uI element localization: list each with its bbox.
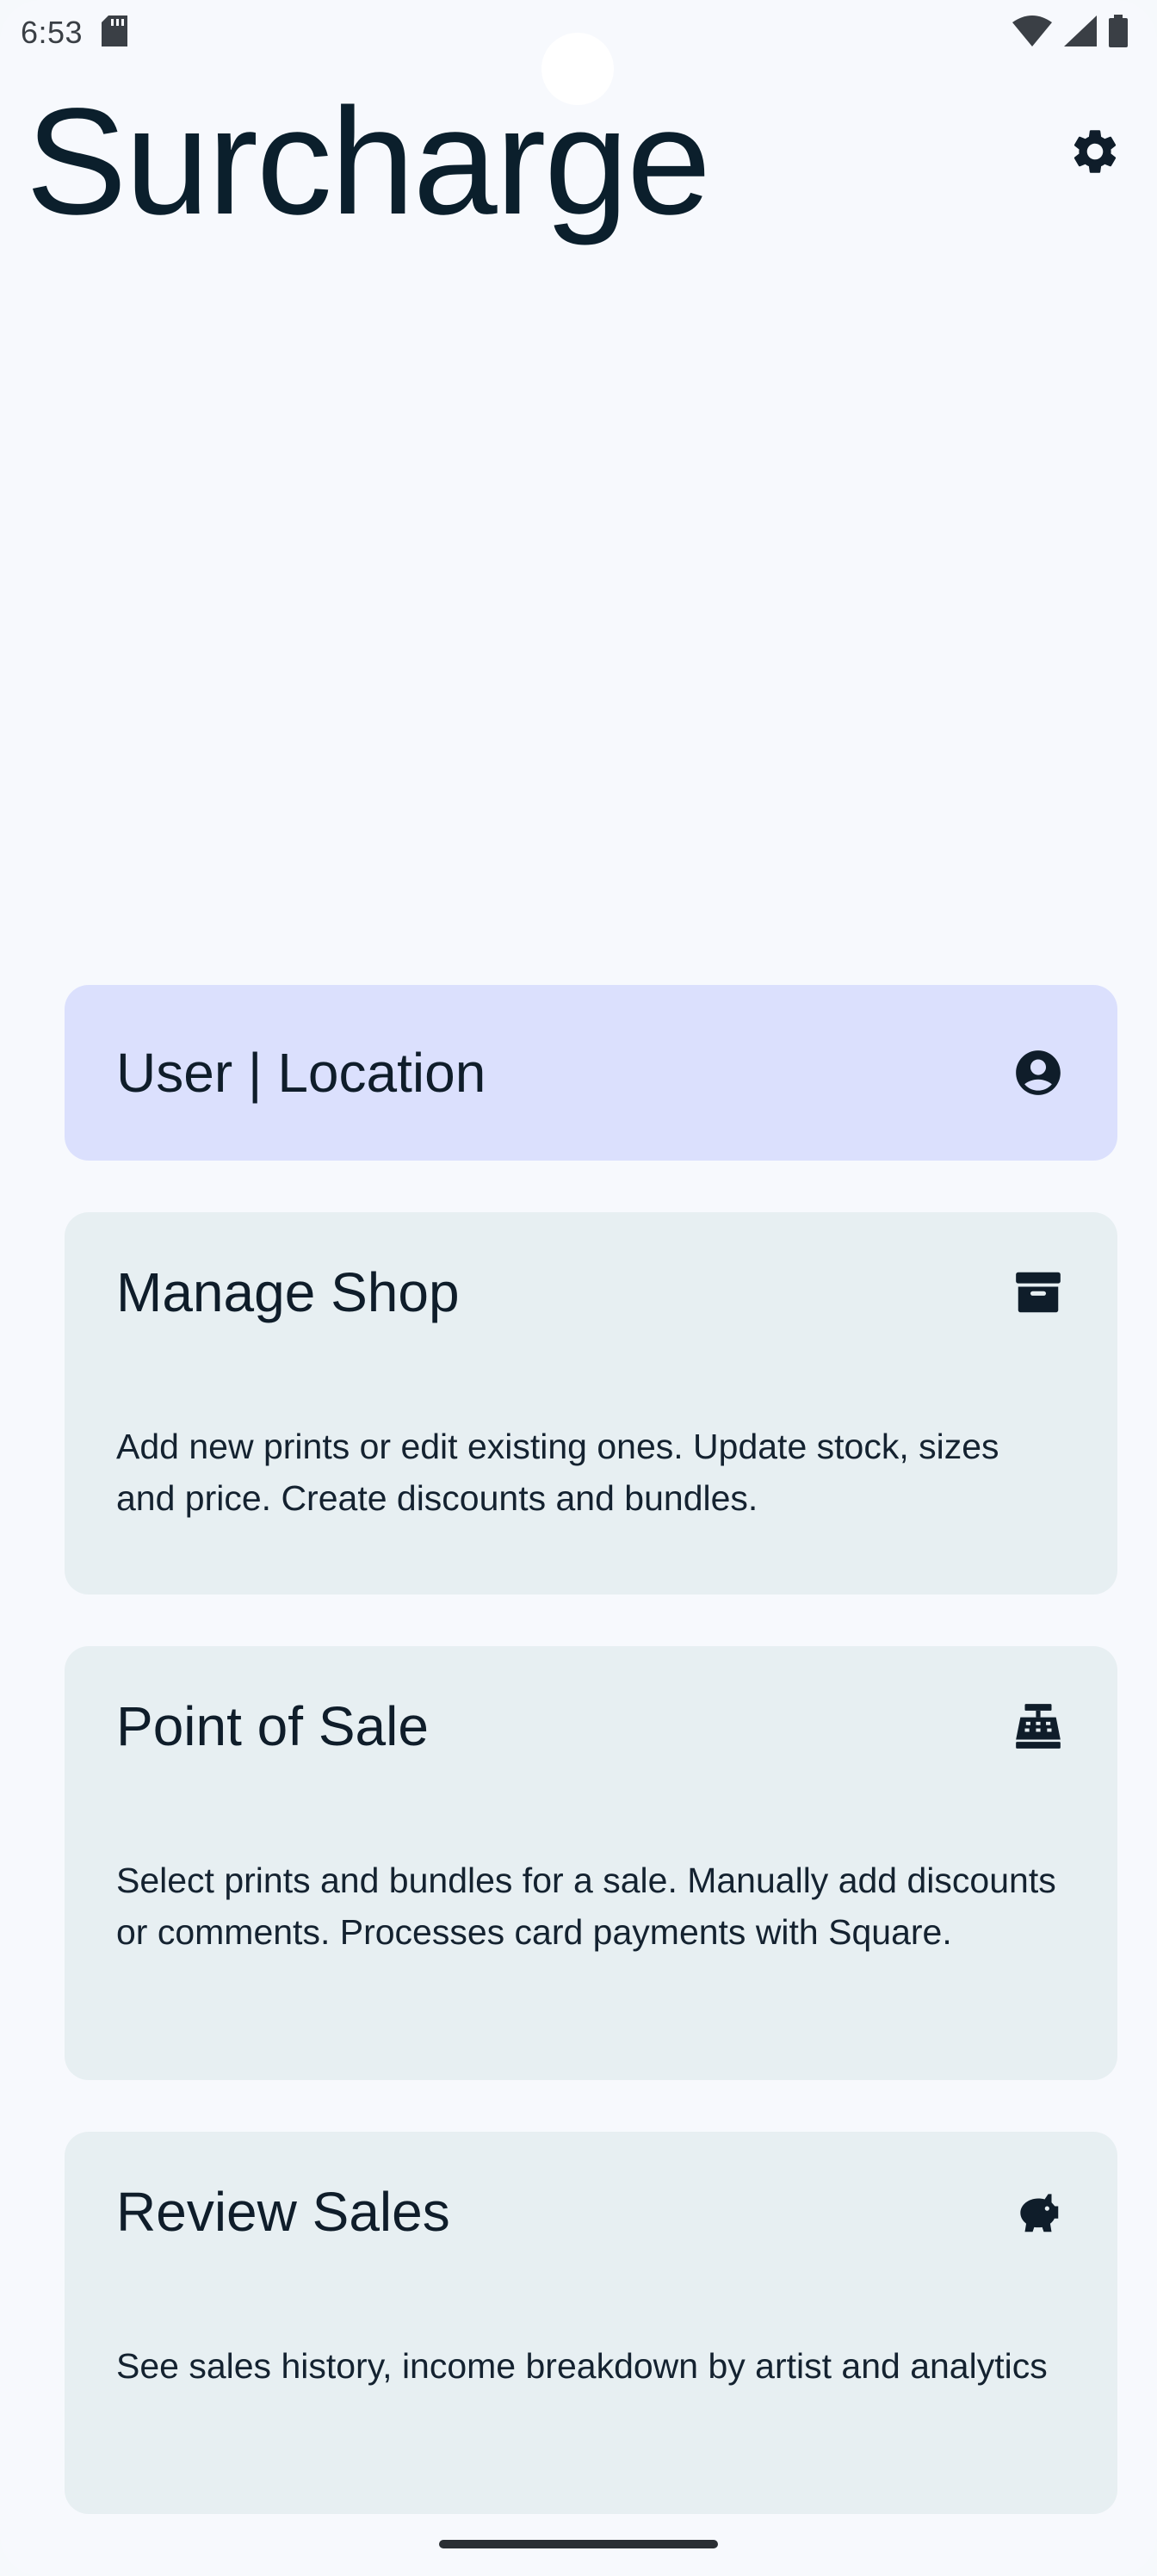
status-left: 6:53: [21, 15, 128, 51]
screen: 6:53 Surcharge User | Location Manage Sh…: [0, 0, 1157, 2576]
card-title: Point of Sale: [116, 1695, 429, 1757]
card-header: Manage Shop: [116, 1260, 1066, 1324]
card-title: User | Location: [116, 1042, 486, 1104]
manage-shop-card[interactable]: Manage Shop Add new prints or edit exist…: [65, 1212, 1117, 1595]
piggy-bank-icon: [1011, 2184, 1066, 2239]
wifi-icon: [1012, 15, 1052, 51]
cash-register-icon: [1011, 1699, 1066, 1754]
status-time: 6:53: [21, 15, 84, 50]
card-description: Select prints and bundles for a sale. Ma…: [116, 1861, 1056, 1952]
sd-card-icon: [102, 15, 128, 51]
card-header: User | Location: [116, 1041, 1066, 1105]
card-title: Manage Shop: [116, 1261, 460, 1323]
settings-button[interactable]: [1061, 119, 1129, 188]
status-right: [1012, 14, 1128, 52]
gear-icon: [1068, 125, 1122, 183]
battery-icon: [1109, 14, 1128, 52]
card-description: Add new prints or edit existing ones. Up…: [116, 1427, 999, 1518]
home-indicator[interactable]: [439, 2540, 718, 2548]
archive-box-icon: [1011, 1265, 1066, 1320]
card-title: Review Sales: [116, 2181, 450, 2243]
account-circle-icon: [1011, 1045, 1066, 1100]
user-location-card[interactable]: User | Location: [65, 985, 1117, 1161]
review-sales-card[interactable]: Review Sales See sales history, income b…: [65, 2132, 1117, 2514]
card-description: See sales history, income breakdown by a…: [116, 2346, 1048, 2386]
point-of-sale-card[interactable]: Point of Sale Select prints and bundles …: [65, 1646, 1117, 2080]
cell-signal-icon: [1064, 15, 1097, 51]
card-header: Review Sales: [116, 2180, 1066, 2244]
card-header: Point of Sale: [116, 1694, 1066, 1758]
page-title: Surcharge: [26, 77, 711, 246]
